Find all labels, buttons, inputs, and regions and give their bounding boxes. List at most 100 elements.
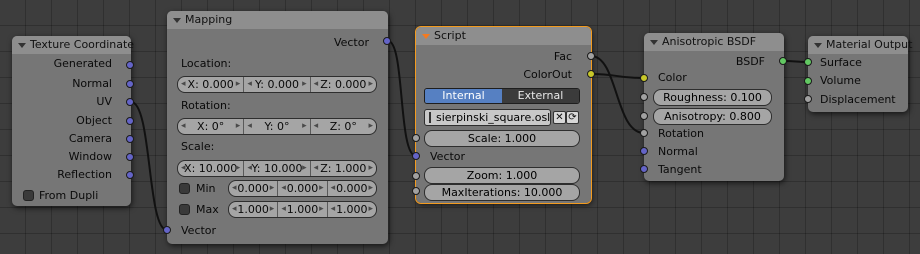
from-dupli-checkbox[interactable]: [23, 190, 34, 201]
decrement-arrow-icon[interactable]: ◂: [314, 119, 319, 134]
anisotropy-input-socket[interactable]: [640, 112, 648, 120]
unlink-icon[interactable]: ✕: [553, 111, 566, 124]
increment-arrow-icon[interactable]: ▸: [270, 202, 275, 217]
decrement-arrow-icon[interactable]: ◂: [181, 77, 186, 92]
max-y-field[interactable]: ◂ 1.000 ▸: [277, 202, 326, 217]
decrement-arrow-icon[interactable]: ◂: [247, 119, 252, 134]
decrement-arrow-icon[interactable]: ◂: [247, 161, 252, 176]
roughness-field[interactable]: Roughness: 0.100: [653, 89, 772, 106]
rotation-input-socket[interactable]: [640, 129, 648, 137]
rotation-x-field[interactable]: ◂ X: 0° ▸: [178, 119, 243, 134]
script-mode-toggle[interactable]: Internal External: [424, 88, 580, 104]
rotation-field[interactable]: ◂ X: 0° ▸ ◂ Y: 0° ▸ ◂ Z: 0° ▸: [177, 118, 377, 135]
location-x-field[interactable]: ◂ X: 0.000 ▸: [178, 77, 243, 92]
scale-y-field[interactable]: ◂ Y: 10.000 ▸: [243, 161, 309, 176]
output-generated-socket[interactable]: [126, 61, 134, 69]
increment-arrow-icon[interactable]: ▸: [368, 202, 373, 217]
rotation-y-field[interactable]: ◂ Y: 0° ▸: [243, 119, 309, 134]
output-fac-socket[interactable]: [587, 52, 595, 60]
mode-external-button[interactable]: External: [502, 89, 579, 103]
maxiterations-input-socket[interactable]: [412, 187, 420, 195]
scale-input-socket[interactable]: [412, 134, 420, 142]
scale-x-field[interactable]: ◂ X: 10.000 ▸: [178, 161, 243, 176]
script-node[interactable]: Script Fac ColorOut Internal External si…: [412, 26, 595, 204]
max-checkbox[interactable]: [179, 204, 190, 215]
output-normal-socket[interactable]: [126, 80, 134, 88]
increment-arrow-icon[interactable]: ▸: [368, 77, 373, 92]
material-output-node[interactable]: Material Output Surface Volume Displacem…: [804, 36, 912, 112]
mapping-node[interactable]: Mapping Vector Location: ◂ X: 0.000 ▸ ◂ Y: …: [163, 11, 391, 244]
output-colorout-socket[interactable]: [587, 70, 595, 78]
output-window-socket[interactable]: [126, 153, 134, 161]
script-vector-input-socket[interactable]: [412, 152, 420, 160]
surface-input-socket[interactable]: [804, 58, 812, 66]
mapping-input-vector-socket[interactable]: [163, 226, 171, 234]
decrement-arrow-icon[interactable]: ◂: [232, 202, 237, 217]
displacement-input-socket[interactable]: [804, 95, 812, 103]
tangent-input-socket[interactable]: [640, 165, 648, 173]
output-camera-socket[interactable]: [126, 135, 134, 143]
location-z-field[interactable]: ◂ Z: 0.000 ▸: [309, 77, 376, 92]
min-x-field[interactable]: ◂ 0.000 ▸: [229, 181, 277, 196]
scale-z-field[interactable]: ◂ Z: 1.000 ▸: [309, 161, 376, 176]
decrement-arrow-icon[interactable]: ◂: [181, 161, 186, 176]
color-input-socket[interactable]: [640, 74, 648, 82]
max-x-field[interactable]: ◂ 1.000 ▸: [229, 202, 277, 217]
script-scale-field[interactable]: Scale: 1.000: [424, 130, 580, 147]
output-reflection-socket[interactable]: [126, 171, 134, 179]
decrement-arrow-icon[interactable]: ◂: [331, 202, 336, 217]
decrement-arrow-icon[interactable]: ◂: [314, 77, 319, 92]
anisotropic-bsdf-node[interactable]: Anisotropic BSDF BSDF Color Roughness: 0…: [640, 33, 787, 181]
decrement-arrow-icon[interactable]: ◂: [314, 161, 319, 176]
max-z-field[interactable]: ◂ 1.000 ▸: [326, 202, 376, 217]
location-y-field[interactable]: ◂ Y: 0.000 ▸: [243, 77, 309, 92]
min-y-field[interactable]: ◂ 0.000 ▸: [277, 181, 326, 196]
collapse-triangle-icon[interactable]: [814, 43, 822, 48]
anisotropy-field[interactable]: Anisotropy: 0.800: [653, 108, 772, 125]
collapse-triangle-icon[interactable]: [173, 18, 181, 23]
max-field[interactable]: ◂ 1.000 ▸ ◂ 1.000 ▸ ◂ 1.000 ▸: [228, 201, 377, 218]
decrement-arrow-icon[interactable]: ◂: [331, 181, 336, 196]
decrement-arrow-icon[interactable]: ◂: [232, 181, 237, 196]
increment-arrow-icon[interactable]: ▸: [368, 119, 373, 134]
increment-arrow-icon[interactable]: ▸: [368, 181, 373, 196]
collapse-triangle-icon[interactable]: [18, 43, 26, 48]
decrement-arrow-icon[interactable]: ◂: [247, 77, 252, 92]
mapping-header[interactable]: Mapping: [167, 11, 388, 29]
script-file-selector[interactable]: sierpinski_square.osl: [424, 109, 551, 126]
decrement-arrow-icon[interactable]: ◂: [281, 202, 286, 217]
increment-arrow-icon[interactable]: ▸: [368, 161, 373, 176]
min-checkbox[interactable]: [179, 183, 190, 194]
increment-arrow-icon[interactable]: ▸: [236, 161, 241, 176]
increment-arrow-icon[interactable]: ▸: [236, 77, 241, 92]
output-uv-socket[interactable]: [126, 98, 134, 106]
material-output-header[interactable]: Material Output: [808, 36, 912, 54]
location-field[interactable]: ◂ X: 0.000 ▸ ◂ Y: 0.000 ▸ ◂ Z: 0.000 ▸: [177, 76, 377, 93]
decrement-arrow-icon[interactable]: ◂: [181, 119, 186, 134]
collapse-triangle-icon[interactable]: [422, 34, 430, 39]
increment-arrow-icon[interactable]: ▸: [302, 161, 307, 176]
reload-icon[interactable]: ⟳: [566, 111, 579, 124]
increment-arrow-icon[interactable]: ▸: [270, 181, 275, 196]
mode-internal-button[interactable]: Internal: [425, 89, 502, 103]
collapse-triangle-icon[interactable]: [650, 40, 658, 45]
increment-arrow-icon[interactable]: ▸: [236, 119, 241, 134]
bsdf-output-socket[interactable]: [779, 57, 787, 65]
rotation-z-field[interactable]: ◂ Z: 0° ▸: [309, 119, 376, 134]
volume-input-socket[interactable]: [804, 77, 812, 85]
increment-arrow-icon[interactable]: ▸: [302, 119, 307, 134]
increment-arrow-icon[interactable]: ▸: [319, 202, 324, 217]
min-z-field[interactable]: ◂ 0.000 ▸: [326, 181, 376, 196]
output-object-socket[interactable]: [126, 117, 134, 125]
script-header[interactable]: Script: [416, 27, 591, 45]
increment-arrow-icon[interactable]: ▸: [319, 181, 324, 196]
increment-arrow-icon[interactable]: ▸: [302, 77, 307, 92]
min-field[interactable]: ◂ 0.000 ▸ ◂ 0.000 ▸ ◂ 0.000 ▸: [228, 180, 377, 197]
zoom-field[interactable]: Zoom: 1.000: [424, 167, 580, 184]
normal-input-socket[interactable]: [640, 147, 648, 155]
scale-field[interactable]: ◂ X: 10.000 ▸ ◂ Y: 10.000 ▸ ◂ Z: 1.000 ▸: [177, 160, 377, 177]
texture-coordinate-header[interactable]: Texture Coordinate: [12, 36, 134, 54]
texture-coordinate-node[interactable]: Texture Coordinate Generated Normal UV O…: [12, 36, 134, 206]
decrement-arrow-icon[interactable]: ◂: [281, 181, 286, 196]
roughness-input-socket[interactable]: [640, 93, 648, 101]
